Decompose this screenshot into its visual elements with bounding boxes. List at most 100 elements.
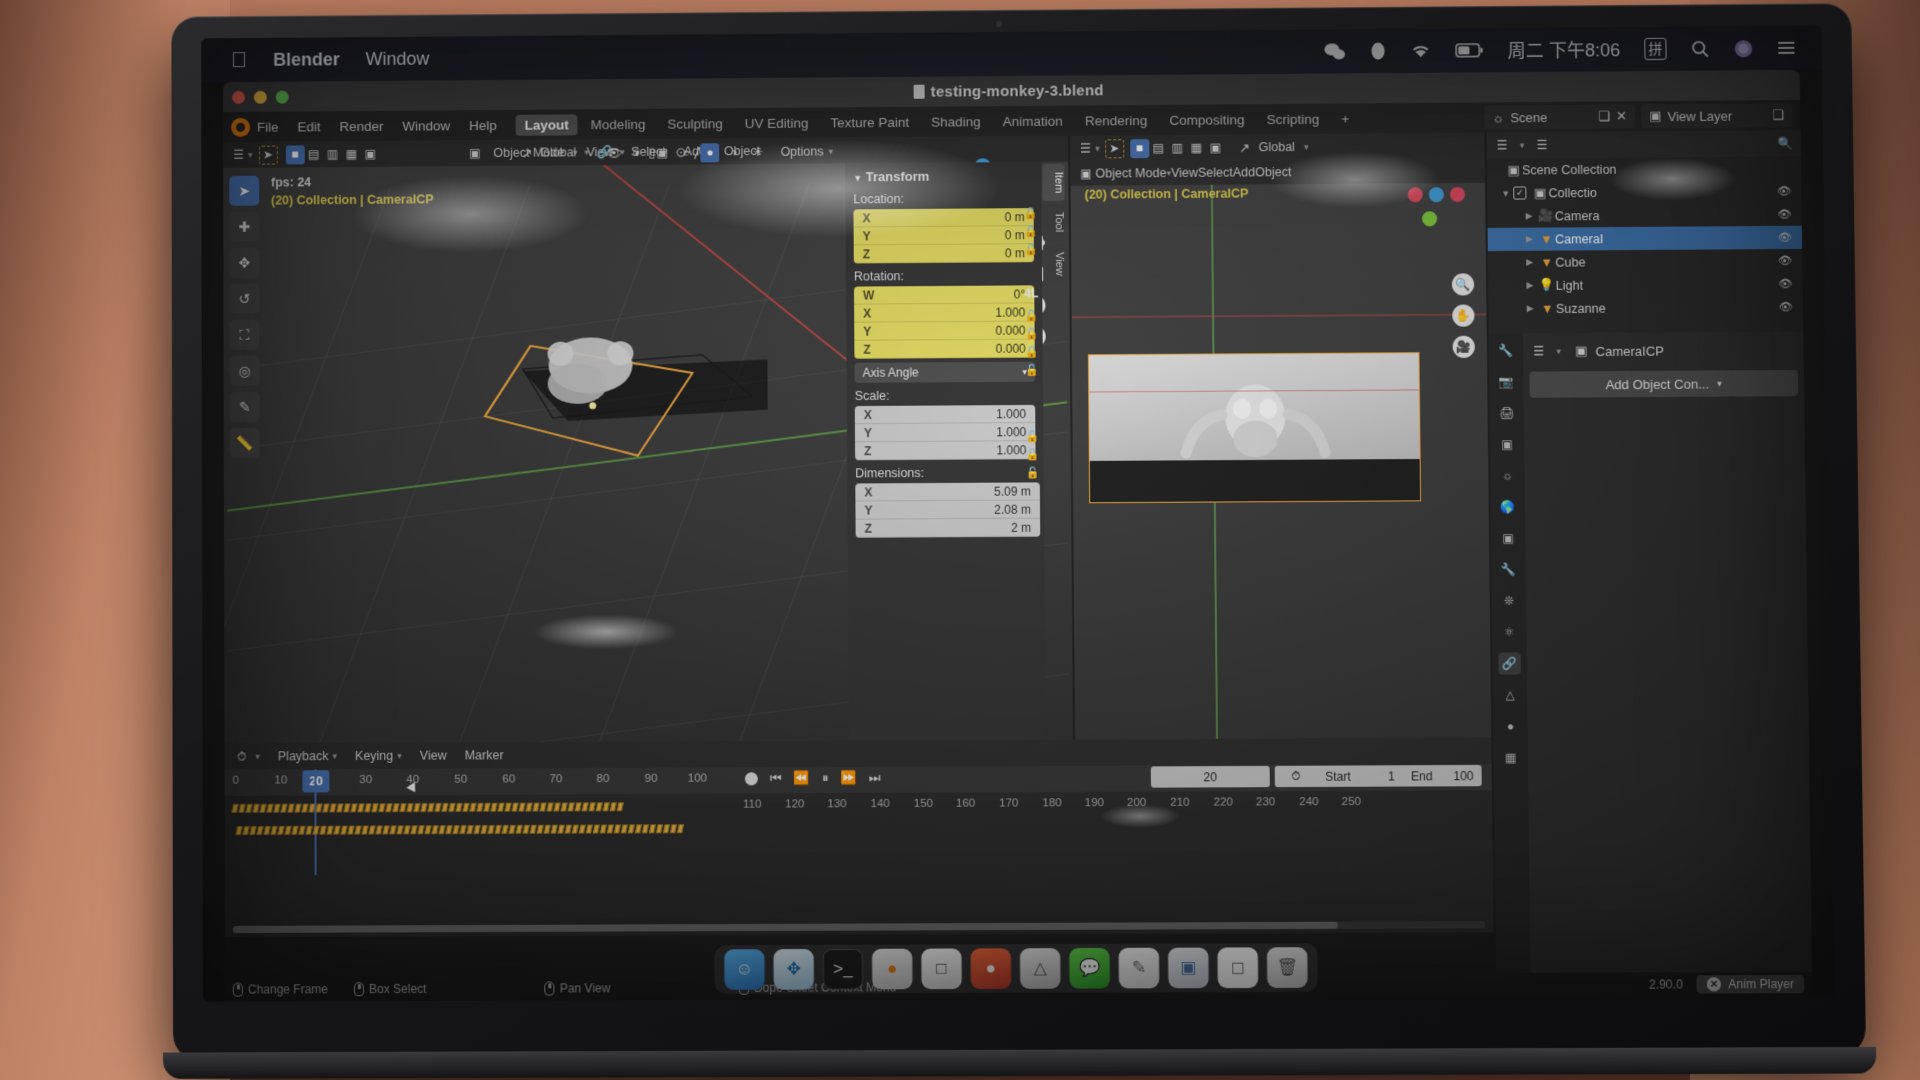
show-overlays-icon[interactable]: ◐: [629, 143, 648, 162]
properties-tab-object-icon[interactable]: ▣: [1497, 527, 1519, 549]
eye-icon[interactable]: 👁: [1778, 254, 1792, 267]
lock-location-x-icon[interactable]: 🔓: [1024, 204, 1038, 222]
safari-icon[interactable]: ✥: [773, 949, 814, 990]
rotation-w-field[interactable]: W 0°: [853, 285, 1035, 305]
eye-icon[interactable]: 👁: [1778, 231, 1792, 244]
preview-icon[interactable]: ▣: [1168, 947, 1209, 989]
document-icon[interactable]: ◻: [1217, 947, 1259, 989]
select-mode-subtract-icon[interactable]: ▥: [323, 145, 342, 164]
select-mode-intersect-icon[interactable]: ▣: [361, 144, 380, 163]
select-mode-extend-icon[interactable]: ▤: [1149, 138, 1168, 157]
menubar-clock[interactable]: 周二 下午8:06: [1507, 36, 1620, 63]
stopwatch-icon[interactable]: ⏱: [1275, 766, 1318, 787]
properties-tab-tool-icon[interactable]: 🔧: [1495, 339, 1517, 361]
viewport-b-orientation[interactable]: Global: [1259, 140, 1295, 154]
timeline-ruler-bottom[interactable]: 110 120 130 140 150 160 170 180 190 200: [225, 790, 1493, 818]
outliner-row-camera[interactable]: ▶ 🎥 Camera 👁: [1487, 203, 1802, 228]
select-mode-set-icon[interactable]: ■: [1129, 138, 1149, 158]
camera-view-icon[interactable]: 🎥: [1452, 335, 1475, 358]
lock-rotation-y-icon[interactable]: 🔓: [1025, 343, 1039, 361]
new-viewlayer-icon[interactable]: ❏: [1772, 107, 1784, 123]
dopesheet-editor-type-icon[interactable]: ⏱: [232, 747, 251, 766]
viewport-3d-main[interactable]: ☰ ▾ ➤ ■ ▤ ▥ ▦ ▣ ▣ Object Mode ▾ View Sel…: [223, 135, 1074, 744]
dopesheet-menu-marker[interactable]: Marker: [465, 748, 504, 762]
object-mode-icon[interactable]: ▣: [465, 144, 484, 163]
dimensions-x-field[interactable]: X 5.09 m: [855, 482, 1040, 502]
scale-tool-icon[interactable]: ⛶: [229, 319, 260, 350]
rotation-y-field[interactable]: Y 0.000: [854, 321, 1035, 341]
properties-tab-scene-icon[interactable]: ☼: [1496, 464, 1518, 486]
record-icon[interactable]: [744, 771, 758, 785]
editor-type-icon[interactable]: ☰: [229, 145, 248, 164]
shading-solid-icon[interactable]: ●: [700, 142, 720, 162]
close-icon[interactable]: ✕: [1707, 977, 1722, 992]
lock-location-z-icon[interactable]: 🔓: [1024, 240, 1038, 258]
properties-tab-physics-icon[interactable]: ⚛: [1498, 621, 1520, 643]
expand-triangle-icon[interactable]: ▶: [1527, 303, 1539, 314]
expand-triangle-icon[interactable]: ▶: [1526, 234, 1538, 245]
sketch-icon[interactable]: △: [1019, 948, 1061, 989]
outliner-row-cube[interactable]: ▶ ▼ Cube 👁: [1488, 249, 1803, 274]
menu-edit[interactable]: Edit: [297, 119, 320, 134]
workspace-tab-rendering[interactable]: Rendering: [1076, 109, 1157, 131]
menubar-app-name[interactable]: Blender: [273, 49, 340, 70]
control-center-icon[interactable]: [1777, 40, 1795, 56]
add-workspace-button[interactable]: +: [1332, 108, 1358, 129]
location-x-field[interactable]: X 0 m: [853, 208, 1034, 228]
move-tool-icon[interactable]: ✥: [229, 247, 260, 278]
finder-icon[interactable]: ☺: [724, 949, 765, 990]
expand-triangle-icon[interactable]: ▼: [1501, 188, 1513, 198]
jump-start-icon[interactable]: ⏮: [770, 770, 782, 786]
input-method-indicator[interactable]: 拼: [1644, 37, 1667, 61]
outliner-row-light[interactable]: ▶ 💡 Light 👁: [1488, 272, 1803, 297]
workspace-tab-animation[interactable]: Animation: [994, 110, 1072, 132]
prev-keyframe-icon[interactable]: ⏪: [794, 770, 810, 786]
shading-rendered-icon[interactable]: ☀: [748, 142, 767, 161]
workspace-tab-compositing[interactable]: Compositing: [1160, 109, 1253, 131]
rotate-tool-icon[interactable]: ↺: [229, 283, 260, 314]
xray-icon[interactable]: ▣: [653, 143, 672, 162]
pause-icon[interactable]: ⏸: [822, 770, 829, 786]
workspace-tab-texture-paint[interactable]: Texture Paint: [821, 111, 918, 133]
scene-selector[interactable]: ☼ Scene ❏ ✕: [1484, 104, 1636, 130]
blender-icon[interactable]: ●: [871, 948, 913, 990]
textedit-icon[interactable]: ✎: [1118, 947, 1160, 989]
workspace-tab-layout[interactable]: Layout: [515, 113, 578, 136]
dopesheet-editor[interactable]: ⏱ ▾ Playback ▾ Keying ▾ View Marker 0 10…: [224, 737, 1494, 938]
scale-x-field[interactable]: X 1.000: [854, 404, 1036, 425]
keyframe-track-2[interactable]: [235, 824, 685, 836]
dimensions-z-field[interactable]: Z 2 m: [855, 518, 1041, 538]
workspace-tab-shading[interactable]: Shading: [922, 111, 990, 133]
select-mode-subtract-icon[interactable]: ▥: [1168, 138, 1187, 157]
editor-type-icon[interactable]: ☰: [1529, 342, 1548, 361]
viewport-b-gizmo-y[interactable]: [1421, 211, 1438, 227]
rotation-x-field[interactable]: X 1.000: [854, 303, 1035, 323]
properties-tab-render-icon[interactable]: 📷: [1495, 371, 1517, 393]
viewport-b-gizmo[interactable]: [1407, 186, 1466, 203]
select-mode-set-icon[interactable]: ■: [285, 144, 305, 164]
shading-material-icon[interactable]: ◑: [725, 143, 744, 162]
properties-tab-output-icon[interactable]: 🖨: [1496, 402, 1518, 424]
workspace-tab-uv-editing[interactable]: UV Editing: [736, 112, 818, 134]
next-keyframe-icon[interactable]: ⏩: [841, 770, 857, 786]
wifi-icon[interactable]: [1410, 43, 1431, 59]
location-z-field[interactable]: Z 0 m: [853, 244, 1035, 264]
jump-end-icon[interactable]: ⏭: [869, 770, 881, 786]
viewport-b-menu-object[interactable]: Object: [1255, 165, 1291, 179]
menu-help[interactable]: Help: [469, 117, 497, 132]
lock-location-y-icon[interactable]: 🔓: [1024, 222, 1038, 240]
editor-type-icon[interactable]: ☰: [1076, 139, 1095, 158]
viewport-options-label[interactable]: Options: [780, 144, 823, 158]
photoshop-icon[interactable]: ●: [970, 948, 1012, 990]
select-mode-extend-icon[interactable]: ▤: [304, 145, 323, 164]
lock-scale-x-icon[interactable]: 🔓: [1026, 427, 1040, 445]
lock-rotation-w-icon[interactable]: 🔓: [1025, 306, 1039, 324]
zoom-icon[interactable]: 🔍: [1451, 273, 1475, 296]
properties-tab-texture-icon[interactable]: ▦: [1500, 747, 1522, 769]
pan-icon[interactable]: ✋: [1452, 304, 1475, 327]
collection-checkbox[interactable]: ✓: [1513, 186, 1527, 200]
scale-y-field[interactable]: Y 1.000: [854, 423, 1036, 443]
dopesheet-menu-keying[interactable]: Keying: [355, 749, 393, 763]
cursor-tool-icon[interactable]: ✚: [229, 211, 260, 242]
menu-file[interactable]: File: [257, 119, 279, 134]
